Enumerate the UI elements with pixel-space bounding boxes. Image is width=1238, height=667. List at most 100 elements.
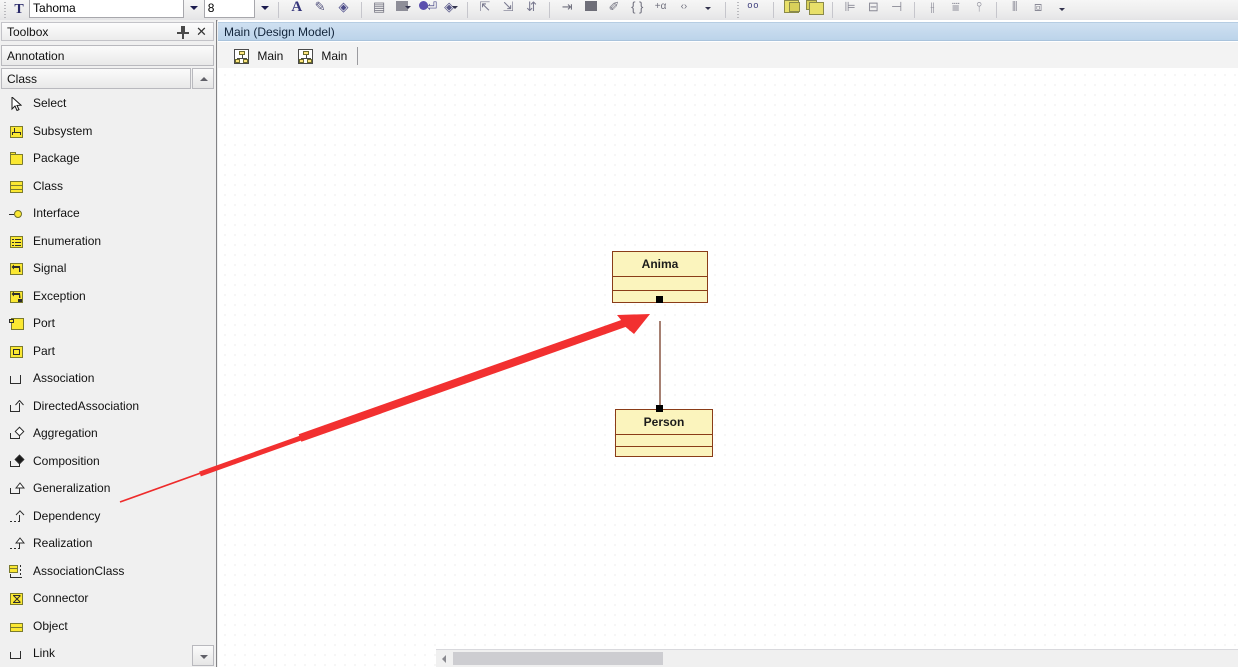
glasses-icon[interactable]: ᴏᴏ	[745, 0, 765, 20]
toolbox-item-select[interactable]: Select	[1, 90, 214, 118]
toolbar-separator	[548, 2, 550, 18]
generalization-connector[interactable]	[218, 68, 1238, 667]
toolbox-item-association-class[interactable]: AssociationClass	[1, 558, 214, 586]
scroll-left-icon[interactable]	[437, 651, 452, 666]
toolbox-item-label: Generalization	[33, 481, 111, 495]
link-icon	[9, 647, 25, 661]
align-left-icon[interactable]: ⇱	[475, 0, 495, 20]
class-separator	[613, 290, 707, 291]
toolbox-item-label: Link	[33, 646, 56, 660]
toolbox-item-label: Enumeration	[33, 233, 102, 248]
braces-icon[interactable]: { }	[627, 0, 647, 20]
horizontal-scroll-thumb[interactable]	[453, 652, 663, 665]
toolbox-item-label: Interface	[33, 206, 80, 220]
toolbox-item-part[interactable]: Part	[1, 338, 214, 366]
toolbox-item-package[interactable]: Package	[1, 145, 214, 173]
line-color-icon[interactable]: ⏎	[416, 0, 437, 20]
align-middle-icon[interactable]: ⩸	[946, 0, 966, 20]
toolbox-item-composition[interactable]: Composition	[1, 448, 214, 476]
tab-main-2[interactable]: Main	[294, 44, 356, 68]
indent-icon[interactable]: ⇥	[557, 0, 577, 20]
toolbar-grip[interactable]	[734, 0, 741, 18]
brush-icon[interactable]: ✐	[604, 0, 624, 20]
class-name-label: Anima	[641, 257, 679, 271]
connector-icon	[9, 592, 25, 606]
tab-main-1[interactable]: Main	[230, 44, 292, 68]
toolbar-separator	[996, 2, 998, 18]
scroll-up-icon[interactable]	[192, 68, 214, 89]
font-family-dropdown-icon[interactable]	[187, 0, 200, 16]
font-color-icon[interactable]: A	[287, 0, 307, 20]
bring-to-front-icon[interactable]	[781, 0, 801, 20]
distribute-vertical-icon[interactable]: ⧈	[1028, 0, 1048, 20]
send-to-back-icon[interactable]	[804, 0, 825, 20]
toolbar-overflow-icon[interactable]	[1051, 0, 1071, 20]
fill-color-icon[interactable]	[392, 0, 412, 20]
toolbox-item-aggregation[interactable]: Aggregation	[1, 420, 214, 448]
align-objects-right-icon[interactable]: ⊣	[887, 0, 907, 20]
toolbox-item-realization[interactable]: Realization	[1, 530, 214, 558]
horizontal-scrollbar[interactable]	[436, 649, 1238, 667]
toolbox-item-label: Aggregation	[33, 426, 98, 440]
toolbox-group-annotation[interactable]: Annotation	[1, 45, 214, 66]
distribute-horizontal-icon[interactable]: ⦀	[1005, 0, 1025, 20]
pin-icon[interactable]	[177, 26, 189, 39]
toolbox-group-class[interactable]: Class	[1, 68, 191, 89]
align-top-icon[interactable]: ⫲	[922, 0, 942, 20]
connector-handle-top[interactable]	[656, 296, 663, 303]
toolbox-item-signal[interactable]: Signal	[1, 255, 214, 283]
toolbox-group-label: Annotation	[7, 49, 65, 63]
close-icon[interactable]: ✕	[195, 25, 208, 38]
align-bottom-icon[interactable]: ⫯	[969, 0, 989, 20]
fill-icon[interactable]	[581, 0, 601, 20]
toolbox-item-label: DirectedAssociation	[33, 398, 140, 413]
subsystem-icon	[9, 125, 25, 139]
toolbox-panel: Toolbox ✕ Annotation Class Select Subsys…	[0, 20, 217, 667]
toolbox-item-link[interactable]: Link	[1, 640, 214, 665]
class-diagram-icon	[298, 49, 313, 65]
highlight-icon[interactable]: ✎	[310, 0, 330, 20]
toolbox-item-class[interactable]: Class	[1, 173, 214, 201]
diagram-canvas[interactable]: Anima Person	[218, 68, 1238, 667]
association-icon	[9, 372, 25, 386]
toolbox-item-subsystem[interactable]: Subsystem	[1, 118, 214, 146]
toolbox-item-label: Subsystem	[33, 123, 93, 138]
document-titlebar: Main (Design Model)	[218, 22, 1238, 41]
toolbox-item-directed-association[interactable]: DirectedAssociation	[1, 393, 214, 421]
toolbox-item-dependency[interactable]: Dependency	[1, 503, 214, 531]
toolbox-item-label: Dependency	[33, 508, 101, 523]
tab-divider	[357, 47, 358, 65]
shadow-icon[interactable]: ◈	[439, 0, 459, 20]
uml-class-person[interactable]: Person	[615, 409, 713, 457]
toolbox-item-enumeration[interactable]: Enumeration	[1, 228, 214, 256]
toolbar-grip[interactable]	[2, 0, 8, 18]
toolbox-item-object[interactable]: Object	[1, 613, 214, 641]
toolbox-item-exception[interactable]: Exception	[1, 283, 214, 311]
toolbox-item-port[interactable]: Port	[1, 310, 214, 338]
page-setup-icon[interactable]: ▤	[369, 0, 389, 20]
align-objects-left-icon[interactable]: ⊫	[840, 0, 860, 20]
format-painter-icon[interactable]: ◈	[333, 0, 353, 20]
connector-handle-bottom[interactable]	[656, 405, 663, 412]
font-size-input[interactable]: 8	[203, 0, 255, 18]
align-right-icon[interactable]: ⇵	[522, 0, 542, 20]
increase-icon[interactable]: +α	[651, 0, 671, 20]
more-options-icon[interactable]	[697, 0, 717, 20]
toolbox-item-label: Object	[33, 618, 68, 633]
toolbox-item-connector[interactable]: Connector	[1, 585, 214, 613]
align-objects-center-icon[interactable]: ⊟	[863, 0, 883, 20]
toolbox-item-interface[interactable]: Interface	[1, 200, 214, 228]
font-family-input[interactable]: Tahoma	[29, 0, 185, 18]
toolbox-item-label: Select	[33, 96, 67, 110]
align-center-icon[interactable]: ⇲	[498, 0, 518, 20]
decrease-icon[interactable]: ‹›	[674, 0, 694, 20]
toolbox-item-generalization[interactable]: Generalization	[1, 475, 214, 503]
class-diagram-icon	[234, 49, 249, 65]
generalization-icon	[9, 482, 25, 496]
toolbar-separator	[831, 2, 833, 18]
port-icon	[9, 317, 25, 331]
toolbox-item-association[interactable]: Association	[1, 365, 214, 393]
association-class-icon	[9, 564, 25, 579]
composition-icon	[9, 454, 25, 469]
font-size-dropdown-icon[interactable]	[258, 0, 271, 16]
